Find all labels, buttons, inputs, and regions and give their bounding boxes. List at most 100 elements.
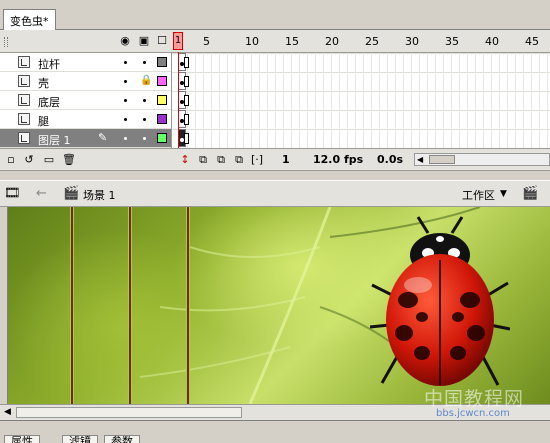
- frame-end-icon: [184, 114, 189, 125]
- layer-row[interactable]: 拉杆: [0, 53, 171, 72]
- lock-dot[interactable]: [143, 99, 146, 102]
- layer-name: 拉杆: [38, 58, 60, 71]
- layer-row[interactable]: 底层: [0, 91, 171, 110]
- outline-color-swatch[interactable]: [157, 76, 167, 86]
- scroll-thumb[interactable]: [429, 155, 455, 164]
- timeline-scrollbar[interactable]: ◀: [414, 153, 550, 166]
- panel-grip-icon[interactable]: [4, 37, 8, 47]
- modify-onion-markers-icon[interactable]: [·]: [250, 153, 264, 166]
- visibility-dot[interactable]: [124, 137, 127, 140]
- edit-multiple-frames-icon[interactable]: ⧉: [232, 153, 246, 166]
- timeline-panel: ◉ ▣ ☐ 5 10 15 20 25 30 35 40 45 1 拉杆 壳 🔒…: [0, 30, 550, 180]
- scroll-thumb[interactable]: [16, 407, 242, 418]
- elapsed-time: 0.0s: [377, 153, 404, 166]
- scene-icon: 🎬: [63, 186, 80, 201]
- ruler-tick: 5: [203, 35, 210, 48]
- frame-end-icon: [184, 76, 189, 87]
- stage[interactable]: [0, 207, 550, 404]
- tab-parameters[interactable]: 参数: [104, 435, 140, 443]
- stage-left-frame: [0, 207, 8, 404]
- layer-name: 图层 1: [38, 134, 71, 147]
- delete-layer-icon[interactable]: 🗑: [62, 153, 76, 166]
- frame-ruler[interactable]: 5 10 15 20 25 30 35 40 45: [172, 30, 550, 53]
- timeline-header: ◉ ▣ ☐ 5 10 15 20 25 30 35 40 45 1: [0, 30, 550, 53]
- layer-list: 拉杆 壳 🔒 底层 腿 图层 1 ✎: [0, 53, 172, 148]
- tab-filters[interactable]: 滤镜: [62, 435, 98, 443]
- ladybug-image[interactable]: [370, 215, 510, 400]
- layer-icon: [18, 132, 30, 144]
- lock-dot[interactable]: [143, 118, 146, 121]
- lock-dot[interactable]: [143, 61, 146, 64]
- layer-row[interactable]: 腿: [0, 110, 171, 129]
- insert-layer-icon[interactable]: ▫: [4, 153, 18, 166]
- frame-cells[interactable]: [172, 53, 550, 148]
- keyframe[interactable]: [178, 110, 189, 128]
- watermark-url: bbs.jcwcn.com: [436, 408, 510, 419]
- playhead[interactable]: 1: [173, 32, 183, 50]
- ruler-tick: 30: [405, 35, 419, 48]
- guide-bar: [186, 207, 190, 404]
- frame-rate[interactable]: 12.0 fps: [313, 153, 363, 166]
- visibility-dot[interactable]: [124, 99, 127, 102]
- add-motion-guide-icon[interactable]: ↺: [22, 153, 36, 166]
- watermark-title: 中国教程网: [424, 388, 525, 410]
- visibility-dot[interactable]: [124, 118, 127, 121]
- layer-row-selected[interactable]: 图层 1 ✎: [0, 129, 171, 148]
- chevron-down-icon[interactable]: ▼: [500, 189, 507, 199]
- tab-properties[interactable]: 属性: [4, 435, 40, 443]
- timeline-toggle-icon[interactable]: 🎞: [4, 186, 21, 201]
- workspace-menu[interactable]: 工作区: [462, 187, 495, 203]
- keyframe[interactable]: [178, 53, 189, 71]
- document-tab[interactable]: 变色虫*: [3, 9, 56, 30]
- outline-color-swatch[interactable]: [157, 114, 167, 124]
- layer-icon: [18, 94, 30, 106]
- back-arrow-icon[interactable]: ←: [36, 186, 47, 201]
- lock-icon[interactable]: ▣: [137, 35, 151, 47]
- edit-scene-icon[interactable]: 🎬: [522, 186, 538, 201]
- scroll-left-arrow-icon[interactable]: ◀: [417, 155, 423, 164]
- outline-icon[interactable]: ☐: [155, 35, 169, 47]
- ruler-tick: 15: [285, 35, 299, 48]
- keyframe-selected[interactable]: [178, 129, 189, 147]
- panel-divider[interactable]: [0, 170, 550, 180]
- guide-bar: [128, 207, 132, 404]
- scroll-left-arrow-icon[interactable]: ◀: [4, 407, 11, 417]
- layer-name: 壳: [38, 77, 49, 90]
- layer-icon: [18, 56, 30, 68]
- visibility-dot[interactable]: [124, 80, 127, 83]
- current-frame: 1: [282, 153, 290, 166]
- center-frame-icon[interactable]: ↕: [178, 153, 192, 166]
- eye-icon[interactable]: ◉: [118, 35, 132, 47]
- insert-folder-icon[interactable]: ▭: [42, 153, 56, 166]
- ruler-tick: 25: [365, 35, 379, 48]
- layer-name: 腿: [38, 115, 49, 128]
- outline-color-swatch[interactable]: [157, 57, 167, 67]
- layer-row[interactable]: 壳 🔒: [0, 72, 171, 91]
- pencil-icon: ✎: [98, 131, 108, 144]
- layer-icon: [18, 113, 30, 125]
- layer-icon: [18, 75, 30, 87]
- layer-name: 底层: [38, 96, 60, 109]
- onion-skin-icon[interactable]: ⧉: [196, 153, 210, 166]
- ruler-tick: 20: [325, 35, 339, 48]
- guide-bar: [70, 207, 74, 404]
- flash-window: 变色虫* ◉ ▣ ☐ 5 10 15 20 25 30 35 40 45 1 拉…: [0, 0, 550, 443]
- keyframe[interactable]: [178, 72, 189, 90]
- ruler-tick: 45: [525, 35, 539, 48]
- timeline-status-bar: ▫ ↺ ▭ 🗑 ↕ ⧉ ⧉ ⧉ [·] 1 12.0 fps 0.0s ◀: [0, 148, 550, 170]
- ruler-tick: 40: [485, 35, 499, 48]
- frame-end-icon: [184, 95, 189, 106]
- outline-color-swatch[interactable]: [157, 95, 167, 105]
- outline-color-swatch[interactable]: [157, 133, 167, 143]
- visibility-dot[interactable]: [124, 61, 127, 64]
- ruler-tick: 10: [245, 35, 259, 48]
- site-watermark: 中国教程网 bbs.jcwcn.com: [424, 384, 550, 424]
- scene-label[interactable]: 场景 1: [83, 187, 116, 203]
- ruler-tick: 35: [445, 35, 459, 48]
- frame-end-icon: [184, 57, 189, 68]
- onion-skin-outlines-icon[interactable]: ⧉: [214, 153, 228, 166]
- lock-dot[interactable]: [143, 137, 146, 140]
- keyframe[interactable]: [178, 91, 189, 109]
- lock-icon[interactable]: 🔒: [140, 75, 152, 86]
- frame-grid[interactable]: [172, 53, 550, 148]
